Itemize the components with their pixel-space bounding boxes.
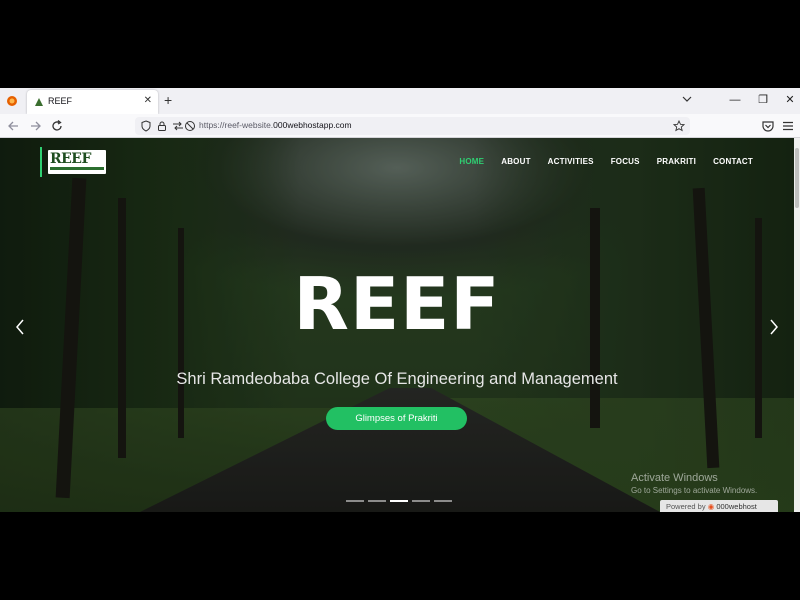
url-text: https://reef-website.000webhostapp.com (199, 120, 352, 130)
hero-title: REEF (293, 262, 501, 346)
glimpses-button[interactable]: Glimpses of Prakriti (326, 407, 467, 430)
lock-icon[interactable] (156, 120, 168, 132)
nav-prakriti[interactable]: PRAKRITI (657, 157, 696, 166)
page-scrollbar[interactable] (794, 138, 800, 512)
activate-windows-watermark: Activate Windows Go to Settings to activ… (631, 472, 757, 495)
tab-close-icon[interactable]: ✕ (144, 95, 152, 107)
reload-icon[interactable] (50, 119, 64, 133)
site-logo[interactable]: REEF (48, 150, 106, 174)
browser-window: REEF ✕ + — ❐ ✕ https://reef-website.000w… (0, 88, 800, 512)
carousel-indicator[interactable] (346, 500, 364, 502)
tab-reef[interactable]: REEF ✕ (27, 90, 158, 114)
carousel-indicator-active[interactable] (390, 500, 408, 502)
forward-icon[interactable] (28, 119, 42, 133)
nav-about[interactable]: ABOUT (501, 157, 530, 166)
reef-favicon-icon (35, 98, 43, 106)
carousel-indicator[interactable] (434, 500, 452, 502)
tab-title: REEF (48, 96, 73, 106)
nav-home[interactable]: HOME (459, 157, 484, 166)
firefox-view-icon[interactable] (6, 95, 18, 107)
permissions-icon[interactable] (172, 120, 184, 132)
carousel-indicator[interactable] (368, 500, 386, 502)
autoplay-blocked-icon[interactable] (184, 120, 196, 132)
logo-accent-bar (40, 147, 42, 177)
logo-caption-strip (50, 167, 104, 170)
nav-activities[interactable]: ACTIVITIES (548, 157, 594, 166)
carousel-indicators (346, 500, 452, 502)
powered-brand: 000webhost (716, 502, 757, 511)
close-window-button[interactable]: ✕ (782, 92, 798, 108)
tab-strip: REEF ✕ + — ❐ ✕ (0, 88, 800, 114)
tracking-protection-icon[interactable] (140, 120, 152, 132)
scrollbar-thumb[interactable] (795, 148, 799, 208)
back-icon[interactable] (7, 119, 21, 133)
nav-contact[interactable]: CONTACT (713, 157, 753, 166)
webhost-logo-icon: ◉ (707, 502, 715, 511)
minimize-button[interactable]: — (727, 92, 743, 108)
app-menu-icon[interactable] (781, 119, 795, 133)
page-viewport: REEF HOME ABOUT ACTIVITIES FOCUS PRAKRIT… (0, 138, 794, 512)
logo-text: REEF (50, 151, 91, 167)
powered-by-badge[interactable]: Powered by ◉ 000webhost (660, 500, 778, 512)
activate-subtitle: Go to Settings to activate Windows. (631, 486, 758, 495)
navigation-toolbar: https://reef-website.000webhostapp.com (0, 114, 800, 138)
hero-subtitle: Shri Ramdeobaba College Of Engineering a… (176, 370, 618, 388)
list-all-tabs-icon[interactable] (682, 94, 692, 104)
nav-focus[interactable]: FOCUS (611, 157, 640, 166)
restore-button[interactable]: ❐ (755, 92, 771, 108)
activate-title: Activate Windows (631, 472, 718, 484)
new-tab-button[interactable]: + (164, 92, 172, 108)
powered-prefix: Powered by (666, 502, 706, 511)
site-nav: HOME ABOUT ACTIVITIES FOCUS PRAKRITI CON… (459, 157, 753, 166)
bookmark-star-icon[interactable] (673, 120, 685, 132)
pocket-icon[interactable] (761, 119, 775, 133)
carousel-indicator[interactable] (412, 500, 430, 502)
url-bar[interactable]: https://reef-website.000webhostapp.com (135, 117, 690, 135)
